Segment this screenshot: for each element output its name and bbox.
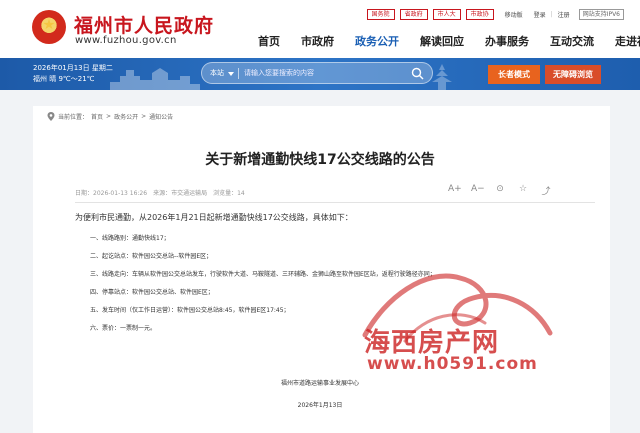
breadcrumb-notices[interactable]: 通知公告 xyxy=(149,112,173,121)
article-sign-date: 2026年1月13日 xyxy=(297,402,343,409)
site-header: 福州市人民政府 www.fuzhou.gov.cn 国务院 省政府 市人大 市政… xyxy=(0,0,640,58)
accessibility-button[interactable]: 无障碍浏览 xyxy=(545,65,601,84)
breadcrumb-separator: > xyxy=(106,113,112,120)
nav-interaction[interactable]: 互动交流 xyxy=(550,33,594,49)
watermark-url: www.h0591.com xyxy=(367,354,538,374)
article-title: 关于新增通勤快线17公交线路的公告 xyxy=(205,152,435,168)
nav-services[interactable]: 办事服务 xyxy=(485,33,529,49)
elder-mode-button[interactable]: 长者模式 xyxy=(488,65,540,84)
top-link-cppcc[interactable]: 市政协 xyxy=(465,9,494,20)
site-search: 本站 xyxy=(201,62,433,84)
date-weather: 2026年01月13日 星期二 福州 晴 9℃～21℃ xyxy=(33,63,113,85)
register-link[interactable]: 注册 xyxy=(558,10,570,19)
article-signature: 福州市道路运输事业发展中心 xyxy=(280,380,359,387)
nav-city-government[interactable]: 市政府 xyxy=(301,33,334,49)
nav-about-fuzhou[interactable]: 走进福州 xyxy=(615,33,640,49)
article-source: 来源：市交通运输局 xyxy=(153,190,208,197)
breadcrumb: 当前位置： 首页 > 政务公开 > 通知公告 xyxy=(47,112,173,121)
site-name[interactable]: 福州市人民政府 xyxy=(74,11,214,38)
search-banner: 2026年01月13日 星期二 福州 晴 9℃～21℃ 本站 长者模式 无障碍浏… xyxy=(0,58,640,90)
font-decrease-button[interactable]: A− xyxy=(471,184,485,197)
article-meta: 日期：2026-01-13 16:26 来源：市交通运输局 浏览量：14 xyxy=(75,188,245,197)
site-domain: www.fuzhou.gov.cn xyxy=(75,35,177,46)
top-link-state-council[interactable]: 国务院 xyxy=(366,9,395,20)
top-link-npc[interactable]: 市人大 xyxy=(432,9,461,20)
top-links: 国务院 省政府 市人大 市政协 移动版 登录 | 注册 网站支持IPV6 xyxy=(366,8,624,21)
national-emblem-icon[interactable] xyxy=(32,10,66,44)
search-scope-select[interactable]: 本站 xyxy=(210,68,224,78)
breadcrumb-home[interactable]: 首页 xyxy=(91,112,103,121)
article-tools: A+ A− ⊙ ☆ ⤴ xyxy=(448,184,552,197)
ipv6-badge: 网站支持IPV6 xyxy=(578,9,624,20)
mobile-version-link[interactable]: 移动版 xyxy=(505,10,523,19)
separator: | xyxy=(550,11,553,18)
eye-protection-icon[interactable]: ⊙ xyxy=(494,184,506,197)
view-count: 浏览量：14 xyxy=(213,190,245,197)
publish-date: 日期：2026-01-13 16:26 xyxy=(75,190,148,197)
share-icon[interactable]: ⤴ xyxy=(540,184,552,197)
breadcrumb-government-affairs[interactable]: 政务公开 xyxy=(114,112,138,121)
login-link[interactable]: 登录 xyxy=(534,10,546,19)
search-input[interactable] xyxy=(244,65,404,81)
nav-interpretation[interactable]: 解读回应 xyxy=(420,33,464,49)
nav-home[interactable]: 首页 xyxy=(258,33,280,49)
city-skyline-decoration xyxy=(110,68,200,90)
font-increase-button[interactable]: A+ xyxy=(448,184,462,197)
search-divider xyxy=(238,68,239,79)
search-icon[interactable] xyxy=(411,67,424,80)
main-nav: 首页 市政府 政务公开 解读回应 办事服务 互动交流 走进福州 xyxy=(258,33,640,49)
breadcrumb-separator: > xyxy=(141,113,147,120)
chevron-down-icon[interactable] xyxy=(228,72,234,76)
nav-government-affairs[interactable]: 政务公开 xyxy=(355,33,399,49)
article-intro: 为便利市民通勤，从2026年1月21日起新增通勤快线17公交线路，具体如下： xyxy=(75,213,353,222)
top-link-province[interactable]: 省政府 xyxy=(399,9,428,20)
location-pin-icon xyxy=(47,112,55,121)
divider xyxy=(75,202,595,203)
weather-info: 福州 晴 9℃～21℃ xyxy=(33,75,95,83)
current-date: 2026年01月13日 星期二 xyxy=(33,64,113,72)
favorite-icon[interactable]: ☆ xyxy=(517,184,529,197)
breadcrumb-prefix: 当前位置： xyxy=(58,114,89,121)
